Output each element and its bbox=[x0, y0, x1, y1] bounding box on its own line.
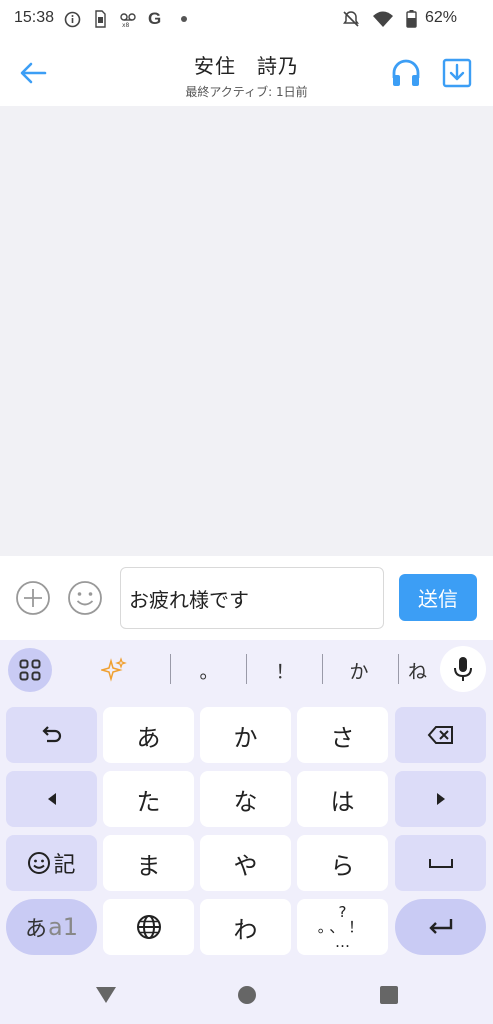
nav-home-button[interactable] bbox=[232, 980, 262, 1010]
globe-icon bbox=[136, 915, 161, 939]
attach-button[interactable] bbox=[15, 580, 51, 616]
emoji-icon bbox=[28, 852, 51, 874]
status-bar: 15:38 x8 G 62% bbox=[0, 0, 493, 38]
mode-key-alnum: a1 bbox=[48, 913, 78, 941]
backspace-icon bbox=[427, 726, 453, 744]
key-ma[interactable]: ま bbox=[103, 835, 194, 891]
language-key[interactable] bbox=[103, 899, 194, 955]
mode-key-kana: あ bbox=[25, 917, 48, 942]
battery-percent: 62% bbox=[424, 9, 457, 26]
send-button[interactable]: 送信 bbox=[399, 574, 477, 621]
contact-name: 安住 詩乃 bbox=[194, 54, 299, 78]
triangle-back-icon bbox=[96, 987, 116, 1003]
microphone-icon bbox=[454, 657, 472, 681]
punctuation-key[interactable]: ? 。、！ … bbox=[297, 899, 388, 955]
undo-icon bbox=[41, 726, 61, 743]
plus-circle-icon bbox=[16, 581, 50, 615]
back-arrow-icon bbox=[20, 62, 47, 84]
punct-bottom: … bbox=[335, 932, 350, 951]
notifications-muted-icon bbox=[342, 10, 360, 28]
suggestion-1[interactable]: 。 bbox=[180, 650, 238, 690]
nav-back-button[interactable] bbox=[91, 980, 121, 1010]
key-ka[interactable]: か bbox=[200, 707, 291, 763]
suggestion-divider bbox=[322, 654, 323, 684]
voicemail-icon: x8 bbox=[118, 10, 138, 28]
sim-icon bbox=[93, 10, 107, 28]
suggestion-2[interactable]: ！ bbox=[256, 650, 314, 690]
grid-icon bbox=[19, 659, 41, 681]
key-a[interactable]: あ bbox=[103, 707, 194, 763]
battery-icon bbox=[406, 10, 417, 28]
chat-header: 安住 詩乃 最終アクティブ: 1日前 bbox=[0, 38, 493, 106]
space-key[interactable] bbox=[395, 835, 486, 891]
headphones-icon bbox=[392, 59, 420, 86]
right-triangle-icon bbox=[436, 793, 445, 805]
keyboard: 。 ！ か ね あ か さ た な は 記 ま や ら あ a1 わ ? 。、！… bbox=[0, 640, 493, 964]
input-mode-key[interactable]: あ a1 bbox=[6, 899, 97, 955]
download-button[interactable] bbox=[438, 54, 476, 92]
enter-key[interactable] bbox=[395, 899, 486, 955]
ai-suggest-button[interactable] bbox=[96, 654, 132, 686]
svg-text:x8: x8 bbox=[122, 22, 130, 28]
message-input[interactable] bbox=[120, 567, 384, 629]
backspace-key[interactable] bbox=[395, 707, 486, 763]
key-ya[interactable]: や bbox=[200, 835, 291, 891]
dot-icon bbox=[180, 10, 188, 28]
undo-key[interactable] bbox=[6, 707, 97, 763]
system-nav-bar bbox=[0, 964, 493, 1024]
emoji-symbol-key[interactable]: 記 bbox=[6, 835, 97, 891]
space-icon bbox=[428, 859, 453, 868]
square-recents-icon bbox=[380, 986, 398, 1004]
voice-input-button[interactable] bbox=[440, 646, 486, 692]
smiley-icon bbox=[68, 581, 102, 615]
chat-title-block: 安住 詩乃 最終アクティブ: 1日前 bbox=[120, 50, 373, 100]
suggestion-divider bbox=[398, 654, 399, 684]
wifi-icon bbox=[372, 10, 394, 28]
circle-home-icon bbox=[238, 986, 256, 1004]
voice-call-button[interactable] bbox=[387, 54, 425, 92]
left-triangle-icon bbox=[47, 793, 56, 805]
emoji-button[interactable] bbox=[67, 580, 103, 616]
key-na[interactable]: な bbox=[200, 771, 291, 827]
status-time: 15:38 bbox=[14, 9, 55, 26]
key-ra[interactable]: ら bbox=[297, 835, 388, 891]
info-icon bbox=[64, 10, 81, 28]
suggestion-3[interactable]: か bbox=[330, 650, 388, 690]
key-sa[interactable]: さ bbox=[297, 707, 388, 763]
enter-icon bbox=[428, 919, 452, 934]
keyboard-menu-button[interactable] bbox=[8, 648, 52, 692]
right-arrow-key[interactable] bbox=[395, 771, 486, 827]
composer-bar: 送信 bbox=[0, 556, 493, 640]
suggestion-4[interactable]: ね bbox=[408, 650, 438, 690]
suggestion-divider bbox=[246, 654, 247, 684]
back-button[interactable] bbox=[14, 54, 52, 92]
key-ha[interactable]: は bbox=[297, 771, 388, 827]
key-wa[interactable]: わ bbox=[200, 899, 291, 955]
suggestion-divider bbox=[170, 654, 171, 684]
sparkle-icon bbox=[101, 657, 127, 682]
last-active-status: 最終アクティブ: 1日前 bbox=[185, 85, 308, 99]
key-ta[interactable]: た bbox=[103, 771, 194, 827]
download-icon bbox=[442, 58, 472, 88]
left-arrow-key[interactable] bbox=[6, 771, 97, 827]
emoji-key-label: 記 bbox=[53, 853, 76, 878]
google-icon: G bbox=[148, 9, 162, 28]
message-list[interactable] bbox=[0, 106, 493, 556]
nav-recents-button[interactable] bbox=[374, 980, 404, 1010]
